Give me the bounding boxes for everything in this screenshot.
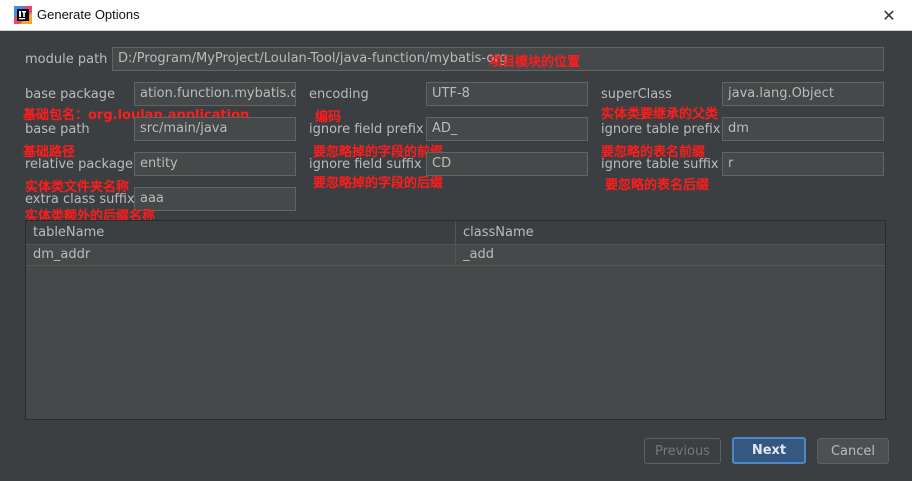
base-path-label: base path: [25, 122, 90, 137]
ignore-field-suffix-field[interactable]: CD: [426, 152, 588, 176]
ignore-field-suffix-label: ignore field suffix: [309, 157, 422, 172]
table-class-mapping: tableName className dm_addr _add: [25, 220, 886, 420]
ignore-table-suffix-annotation: 要忽略的表名后缀: [605, 178, 710, 193]
module-path-label: module path: [25, 52, 108, 67]
cancel-button[interactable]: Cancel: [817, 438, 889, 464]
relative-package-field[interactable]: entity: [134, 152, 296, 176]
relative-package-label: relative package: [25, 157, 134, 172]
table-cell-classname[interactable]: _add: [456, 245, 885, 266]
ignore-field-suffix-annotation: 要忽略掉的字段的后缀: [313, 176, 444, 191]
ignore-table-prefix-label: ignore table prefix: [601, 122, 721, 137]
previous-button[interactable]: Previous: [644, 438, 721, 464]
ignore-table-suffix-field[interactable]: r: [722, 152, 884, 176]
column-header-classname[interactable]: className: [456, 221, 885, 245]
intellij-app-icon: [14, 6, 32, 24]
ignore-field-prefix-label: ignore field prefix: [309, 122, 424, 137]
window-title: Generate Options: [37, 7, 140, 22]
base-path-field[interactable]: src/main/java: [134, 117, 296, 141]
base-package-field[interactable]: ation.function.mybatis.org: [134, 82, 296, 106]
encoding-field[interactable]: UTF-8: [426, 82, 588, 106]
next-button[interactable]: Next: [732, 437, 806, 464]
superclass-label: superClass: [601, 87, 672, 102]
base-package-label: base package: [25, 87, 116, 102]
extra-class-suffix-field[interactable]: aaa: [134, 187, 296, 211]
column-header-tablename[interactable]: tableName: [26, 221, 456, 245]
ignore-field-prefix-field[interactable]: AD_: [426, 117, 588, 141]
ignore-table-suffix-label: ignore table suffix: [601, 157, 719, 172]
title-bar: Generate Options ✕: [0, 0, 912, 31]
encoding-label: encoding: [309, 87, 369, 102]
table-cell-tablename[interactable]: dm_addr: [26, 245, 456, 266]
close-icon: ✕: [882, 5, 896, 25]
superclass-field[interactable]: java.lang.Object: [722, 82, 884, 106]
superclass-annotation: 实体类要继承的父类: [601, 107, 719, 122]
module-path-annotation: 项目模块的位置: [489, 55, 581, 70]
close-button[interactable]: ✕: [872, 2, 906, 28]
ignore-table-prefix-field[interactable]: dm: [722, 117, 884, 141]
